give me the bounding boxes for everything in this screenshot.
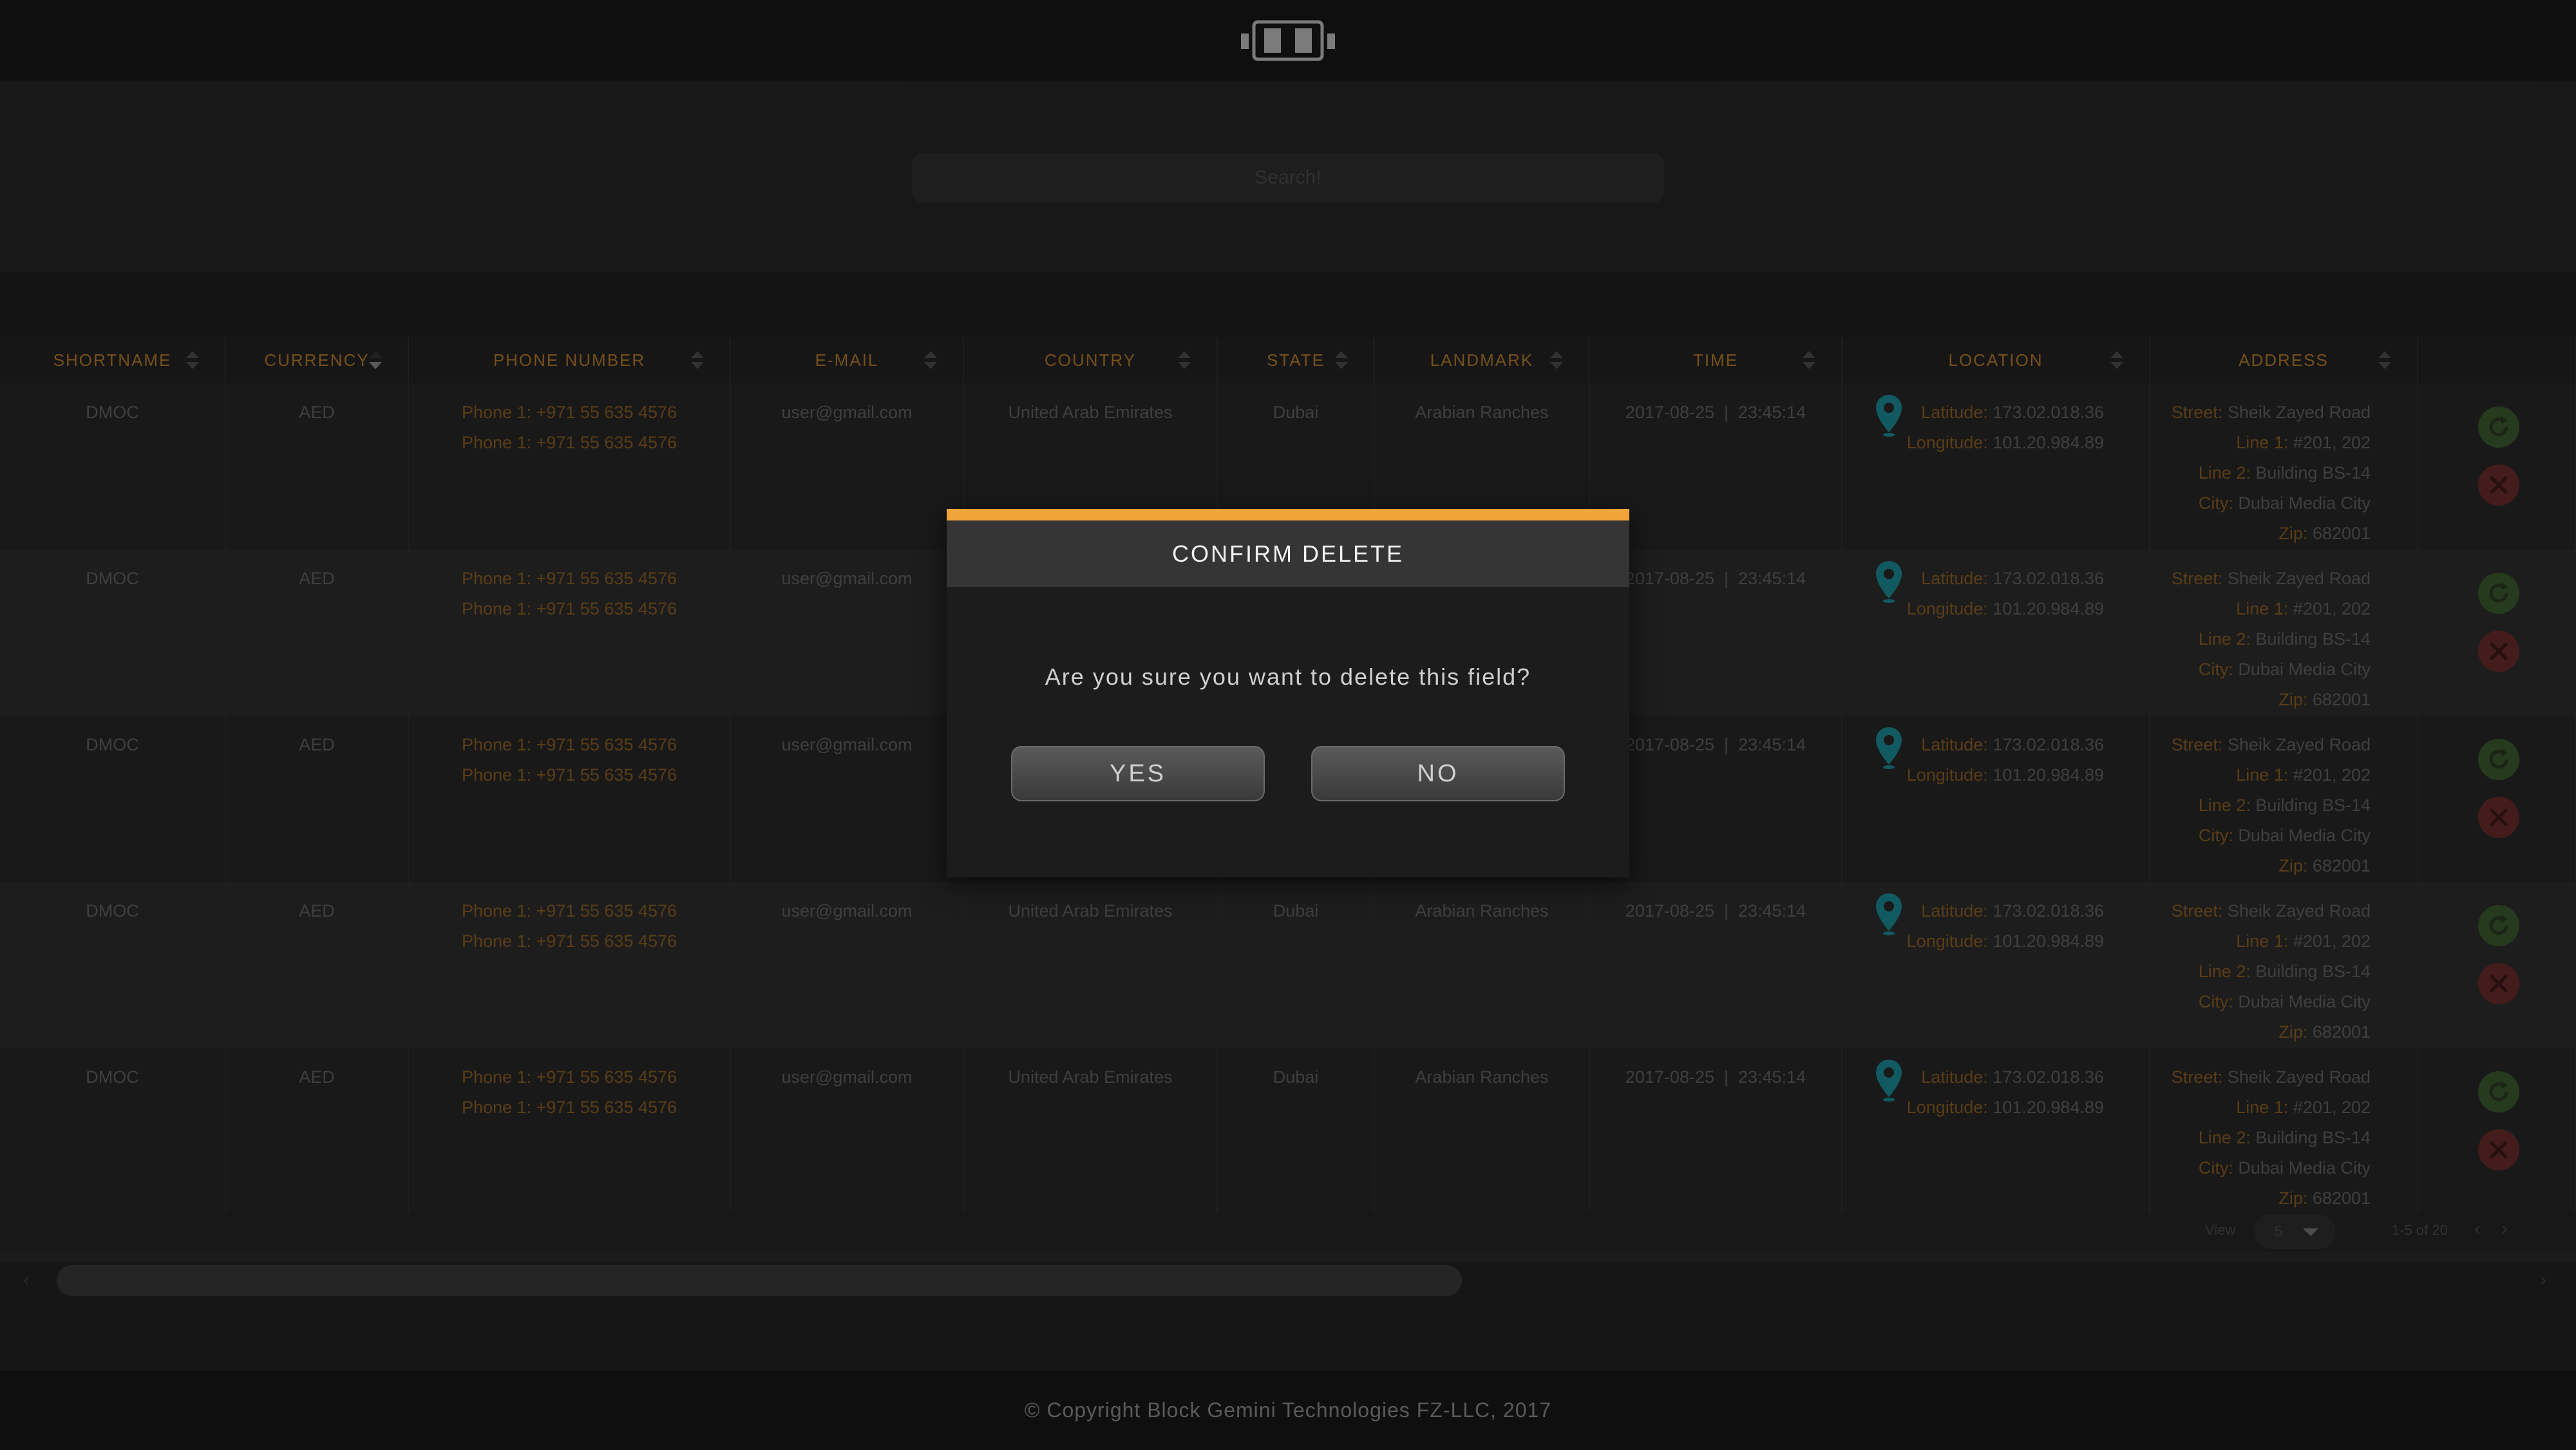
- dialog-accent-bar: [947, 509, 1629, 520]
- yes-button[interactable]: YES: [1011, 746, 1265, 801]
- dialog-header: CONFIRM DELETE: [947, 520, 1629, 587]
- no-button[interactable]: NO: [1311, 746, 1565, 801]
- dialog-message: Are you sure you want to delete this fie…: [1045, 663, 1531, 690]
- confirm-delete-dialog: CONFIRM DELETE Are you sure you want to …: [947, 509, 1629, 877]
- dialog-title: CONFIRM DELETE: [1171, 540, 1405, 567]
